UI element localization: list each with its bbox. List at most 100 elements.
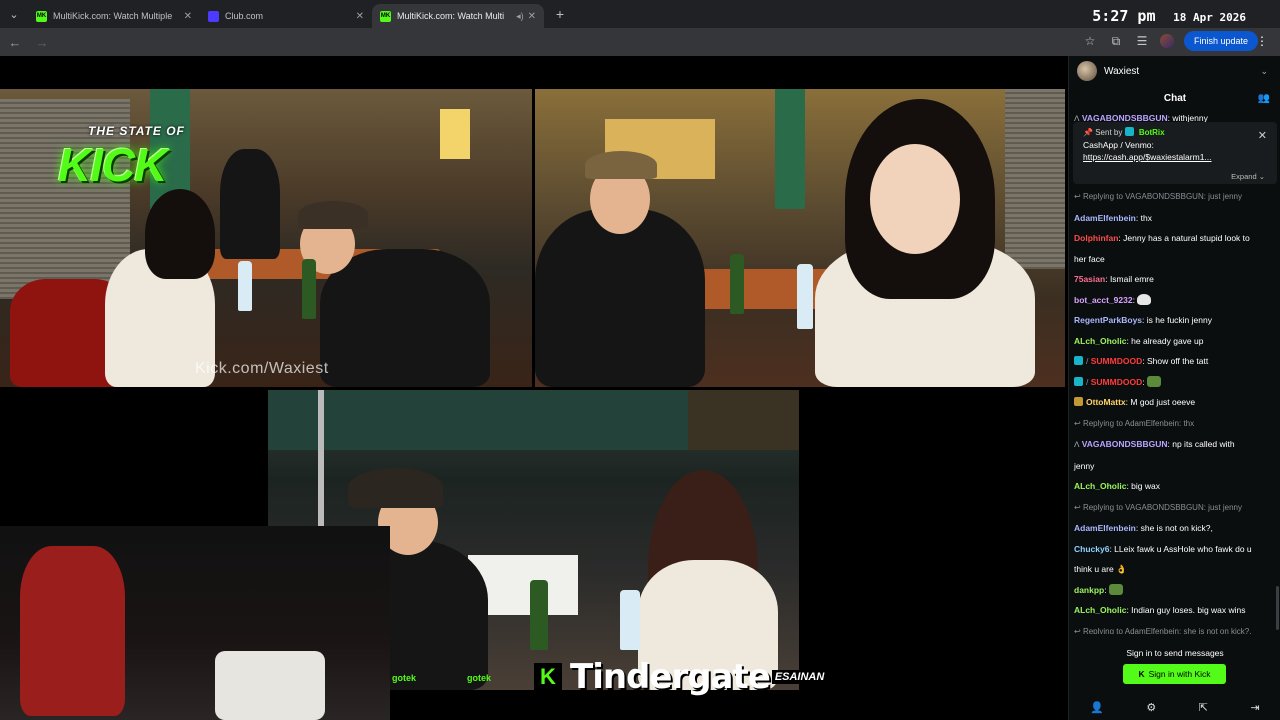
chat-username[interactable]: Dolphinfan — [1074, 233, 1118, 243]
reply-arrow-icon: ↩ — [1074, 192, 1083, 201]
channel-watermark: Kick.com/Waxiest — [195, 360, 329, 377]
tab-title: MultiKick.com: Watch Multi — [397, 11, 505, 21]
channel-selector[interactable]: Waxiest — [1077, 61, 1139, 81]
chat-message: dankpp: — [1069, 580, 1280, 601]
finish-update-button[interactable]: Finish update — [1183, 31, 1258, 51]
users-icon[interactable]: 👥 — [1258, 93, 1270, 104]
pin-icon: 📌 — [1083, 128, 1093, 137]
multistream-stage: Kick.com/Waxiest THE STATE OF KICK — [0, 56, 1068, 720]
reply-text[interactable]: Replying to VAGABONDSBBGUN: just jenny — [1083, 503, 1242, 512]
kick-logo-icon: K — [1138, 669, 1145, 679]
man-cap — [298, 201, 368, 229]
close-icon[interactable]: ✕ — [1258, 129, 1267, 142]
tab-multikick-active[interactable]: MK MultiKick.com: Watch Multi ◂) ✕ — [372, 4, 544, 28]
reply-arrow-icon: ↩ — [1074, 626, 1083, 635]
tab-search-chevron-icon[interactable]: ⌄ — [0, 0, 28, 28]
man-black-shirt — [320, 249, 490, 387]
logo-subtitle: THE STATE OF — [88, 124, 185, 138]
reply-text[interactable]: Replying to AdamElfenbein: thx — [1083, 419, 1194, 428]
add-user-icon[interactable]: 👤 — [1090, 701, 1104, 714]
chat-message-list[interactable]: ᐱ VAGABONDSBBGUN: withjenny ↩ Replying t… — [1069, 114, 1280, 634]
chat-message-continuation: jenny — [1069, 456, 1280, 477]
chevron-down-icon[interactable]: ⌄ — [1260, 66, 1268, 77]
close-tab-icon[interactable]: ✕ — [184, 11, 192, 22]
reading-list-icon[interactable]: ☰ — [1134, 34, 1150, 48]
chat-message: AdamElfenbein: she is not on kick?, — [1069, 518, 1280, 539]
chat-username[interactable]: AdamElfenbein — [1074, 213, 1136, 223]
metal-shutter — [1005, 89, 1065, 269]
chat-username[interactable]: bot_acct_9232 — [1074, 295, 1133, 305]
signin-with-kick-button[interactable]: K Sign in with Kick — [1123, 664, 1226, 684]
green-pillar — [775, 89, 805, 209]
chat-message: / SUMMDOOD: Show off the tatt — [1069, 351, 1280, 372]
menu-sign — [440, 109, 470, 159]
man-cap — [585, 151, 657, 179]
woman-face — [870, 144, 960, 254]
woman-hair — [145, 189, 215, 279]
speaker-icon[interactable]: ◂) — [516, 11, 524, 22]
clock-overlay: 5:27 pm 18 Apr 2026 — [1092, 6, 1246, 25]
chat-reply-context: ↩ Replying to AdamElfenbein: she is not … — [1069, 621, 1280, 635]
collapse-chat-icon[interactable]: ⇥ — [1250, 701, 1259, 714]
new-tab-button[interactable]: + — [548, 6, 572, 22]
bot-name[interactable]: BotRix — [1139, 128, 1165, 137]
chat-message: bot_acct_9232: — [1069, 290, 1280, 311]
clock-date: 18 Apr 2026 — [1173, 11, 1246, 24]
profile-avatar[interactable] — [1159, 34, 1174, 48]
chat-username[interactable]: ALch_Oholic — [1074, 481, 1126, 491]
chat-message: ALch_Oholic: he already gave up — [1069, 331, 1280, 352]
frog-emote-icon — [1146, 375, 1161, 387]
chat-username[interactable]: ALch_Oholic — [1074, 336, 1126, 346]
chat-username[interactable]: OttoMattx — [1086, 397, 1126, 407]
chat-username[interactable]: VAGABONDSBBGUN — [1082, 114, 1168, 122]
popout-icon[interactable]: ⇱ — [1199, 701, 1208, 714]
background-person — [220, 149, 280, 259]
reply-text[interactable]: Replying to AdamElfenbein: she is not on… — [1083, 627, 1252, 635]
chat-text: LLeix fawk u AssHole who fawk do u — [1114, 543, 1252, 554]
close-tab-icon[interactable]: ✕ — [356, 11, 364, 22]
back-arrow-icon[interactable]: ← — [3, 30, 27, 54]
kebab-menu-icon[interactable]: ⋮ — [1254, 34, 1270, 48]
chat-username[interactable]: VAGABONDSBBGUN — [1082, 439, 1168, 449]
reply-text[interactable]: Replying to VAGABONDSBBGUN: just jenny — [1083, 192, 1242, 201]
ticket-badge-icon: ᐱ — [1074, 114, 1080, 123]
reply-arrow-icon: ↩ — [1074, 418, 1083, 428]
chat-text: think u are 👌 — [1074, 564, 1127, 574]
pinned-link[interactable]: https://cash.app/$waxiestalarm1... — [1083, 152, 1269, 162]
chat-title: Chat — [1163, 93, 1187, 104]
chat-username[interactable]: RegentParkBoys — [1074, 315, 1142, 325]
chat-username[interactable]: AdamElfenbein — [1074, 523, 1136, 533]
banner-tag: ESAINAN — [771, 670, 828, 684]
bookmark-star-icon[interactable]: ☆ — [1082, 34, 1098, 48]
gotek-label: gotek — [392, 673, 417, 683]
expand-label: Expand — [1231, 172, 1257, 181]
chat-username[interactable]: SUMMDOOD — [1091, 377, 1142, 387]
close-tab-icon[interactable]: ✕ — [528, 11, 536, 22]
chat-scrollbar[interactable] — [1276, 586, 1279, 630]
expand-button[interactable]: Expand ⌄ — [1231, 172, 1265, 181]
chat-username[interactable]: dankpp — [1074, 585, 1104, 595]
chat-username[interactable]: 75asian — [1074, 274, 1105, 284]
tab-multikick-1[interactable]: MK MultiKick.com: Watch Multiple ✕ — [28, 4, 200, 28]
chat-message: / SUMMDOOD: — [1069, 372, 1280, 393]
banner-title: Tindergate — [570, 657, 771, 697]
chat-message: ALch_Oholic: Indian guy loses. big wax w… — [1069, 600, 1280, 621]
chat-text: is he fuckin jenny — [1146, 315, 1212, 325]
chat-username[interactable]: ALch_Oholic — [1074, 605, 1126, 615]
chat-text: Jenny has a natural stupid look to — [1123, 233, 1250, 243]
gear-icon[interactable]: ⚙ — [1146, 701, 1156, 714]
streamer-webcam[interactable] — [0, 526, 390, 720]
chat-username[interactable]: Chucky6 — [1074, 544, 1109, 554]
extensions-icon[interactable]: ⧉ — [1108, 34, 1124, 49]
tab-club[interactable]: Club.com ✕ — [200, 4, 372, 28]
beer-bottle — [302, 259, 316, 319]
forward-arrow-icon[interactable]: → — [30, 30, 54, 54]
pinned-line: CashApp / Venmo: — [1083, 140, 1154, 150]
chat-message: ᐱ VAGABONDSBBGUN: withjenny — [1069, 114, 1280, 122]
signin-button-label: Sign in with Kick — [1148, 669, 1211, 679]
stream-video-2[interactable] — [535, 89, 1065, 387]
logo-title: KICK — [58, 139, 167, 191]
chat-message-continuation: think u are 👌 — [1069, 559, 1280, 580]
chat-username[interactable]: SUMMDOOD — [1091, 356, 1142, 366]
chat-text: big wax — [1131, 481, 1160, 491]
